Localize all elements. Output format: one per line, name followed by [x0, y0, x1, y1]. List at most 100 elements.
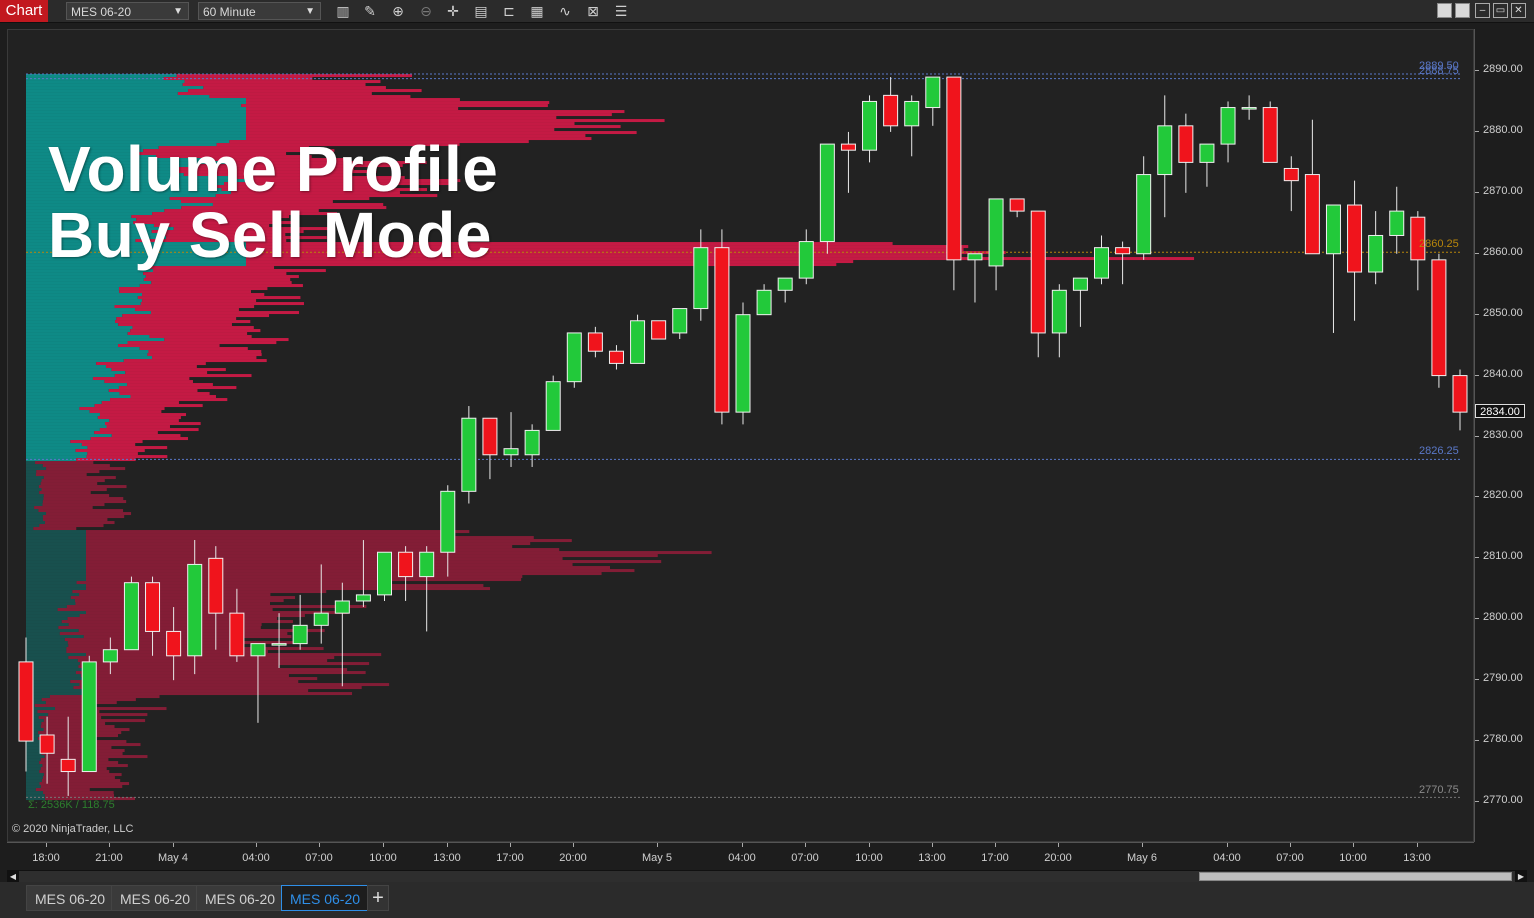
zoom-in-icon[interactable]: ⊕ — [389, 2, 407, 20]
profile-buy-row — [26, 644, 69, 648]
tile-alt-icon[interactable] — [1455, 3, 1470, 18]
profile-sell-row — [82, 689, 309, 693]
crosshair-icon[interactable]: ✛ — [444, 2, 462, 20]
interval-selector[interactable]: 60 Minute ▼ — [198, 2, 321, 20]
profile-sell-row — [38, 509, 124, 513]
indicators-icon[interactable]: ∿ — [556, 2, 574, 20]
tile-icon[interactable] — [1437, 3, 1452, 18]
profile-buy-row — [26, 497, 44, 501]
maximize-icon[interactable]: ▭ — [1493, 3, 1508, 18]
profile-buy-row — [26, 557, 86, 561]
profile-sell-row — [76, 581, 393, 585]
profile-buy-row — [26, 422, 105, 426]
profile-sell-row — [39, 491, 91, 495]
profile-sell-row — [70, 596, 296, 600]
profile-buy-row — [26, 485, 39, 489]
candle-body — [1178, 125, 1194, 163]
profile-buy-row — [26, 272, 144, 276]
profile-sell-row — [86, 554, 658, 558]
time-axis-tick — [995, 843, 996, 847]
profile-sell-row — [104, 422, 201, 426]
pencil-icon[interactable]: ✎ — [361, 2, 379, 20]
profile-buy-row — [26, 677, 86, 681]
profile-buy-row — [26, 620, 62, 624]
profile-sell-row — [246, 98, 460, 102]
profile-buy-row — [26, 437, 91, 441]
profile-buy-row — [26, 794, 45, 798]
profile-buy-row — [26, 689, 83, 693]
profile-buy-row — [26, 464, 43, 468]
candle-body — [672, 308, 688, 334]
list-icon[interactable]: ☰ — [612, 2, 630, 20]
candle-body — [166, 630, 182, 657]
profile-buy-row — [26, 92, 178, 96]
close-icon[interactable]: ✕ — [1511, 3, 1526, 18]
zoom-out-icon[interactable]: ⊖ — [417, 2, 435, 20]
time-axis-tick — [932, 843, 933, 847]
profile-sell-row — [142, 299, 257, 303]
profile-sell-row — [57, 608, 273, 612]
profile-buy-row — [26, 287, 119, 291]
bar-type-icon[interactable]: ▥ — [334, 2, 352, 20]
candle-body — [524, 429, 540, 456]
time-axis-label: 17:00 — [981, 852, 1009, 864]
price-axis[interactable]: 2890.00 2880.00 2870.00 2860.00 2850.00 2840.… — [1474, 29, 1534, 842]
price-axis-tick — [1475, 557, 1479, 559]
profile-buy-row — [26, 584, 86, 588]
profile-sell-row — [142, 293, 265, 297]
candle-body — [1115, 247, 1131, 255]
profile-buy-row — [26, 527, 34, 531]
candle-body — [883, 94, 899, 127]
add-tab-icon[interactable]: + — [367, 885, 389, 911]
profile-sell-row — [78, 665, 280, 669]
profile-sell-row — [87, 452, 138, 456]
time-axis[interactable]: 18:00 21:00 May 4 04:00 07:00 10:00 13:00 17:00… — [7, 842, 1474, 869]
profile-buy-row — [26, 308, 136, 312]
profile-sell-row — [99, 428, 199, 432]
strategies-icon[interactable]: ⊠ — [584, 2, 602, 20]
profile-buy-row — [26, 578, 86, 582]
profile-sell-row — [40, 482, 98, 486]
candle-body — [145, 582, 161, 632]
profile-sell-row — [105, 365, 197, 369]
minimize-icon[interactable]: – — [1475, 3, 1490, 18]
profile-sell-row — [111, 368, 226, 372]
profile-sell-row — [184, 80, 381, 84]
candle-body — [651, 320, 667, 340]
chart-window-label: Chart — [0, 0, 48, 22]
candle-body — [377, 551, 392, 596]
instrument-selector[interactable]: MES 06-20 ▼ — [66, 2, 189, 20]
candle-body — [946, 76, 962, 261]
candle-body — [1241, 107, 1257, 110]
profile-sell-row — [44, 794, 115, 798]
scroll-thumb[interactable] — [1199, 872, 1512, 881]
time-axis-label: 13:00 — [433, 852, 461, 864]
properties-icon[interactable]: ▤ — [472, 2, 490, 20]
templates-icon[interactable]: ⊏ — [500, 2, 518, 20]
profile-buy-row — [26, 461, 36, 465]
profile-sell-row — [123, 359, 267, 363]
profile-buy-row — [26, 656, 69, 660]
tab-instrument-4[interactable]: MES 06-20 — [281, 885, 370, 911]
profile-sell-row — [86, 542, 531, 546]
tab-instrument-3[interactable]: MES 06-20 — [196, 885, 285, 911]
tab-instrument-1[interactable]: MES 06-20 — [26, 885, 115, 911]
tab-instrument-2[interactable]: MES 06-20 — [111, 885, 200, 911]
candle-body — [81, 661, 97, 773]
candle-body — [608, 350, 624, 364]
price-axis-tick — [1475, 496, 1479, 498]
profile-buy-row — [26, 413, 100, 417]
profile-buy-row — [26, 653, 86, 657]
profile-sell-row — [246, 116, 557, 120]
price-axis-label: 2890.00 — [1483, 63, 1523, 75]
profile-buy-row — [26, 596, 71, 600]
data-box-icon[interactable]: ▦ — [528, 2, 546, 20]
time-axis-tick — [447, 843, 448, 847]
time-axis-label: May 6 — [1127, 852, 1157, 864]
profile-sell-row — [114, 374, 252, 378]
profile-sell-row — [130, 395, 216, 399]
candle-body — [229, 612, 245, 657]
candle-body — [123, 582, 139, 651]
profile-sell-row — [41, 488, 107, 492]
profile-sell-row — [106, 425, 170, 429]
